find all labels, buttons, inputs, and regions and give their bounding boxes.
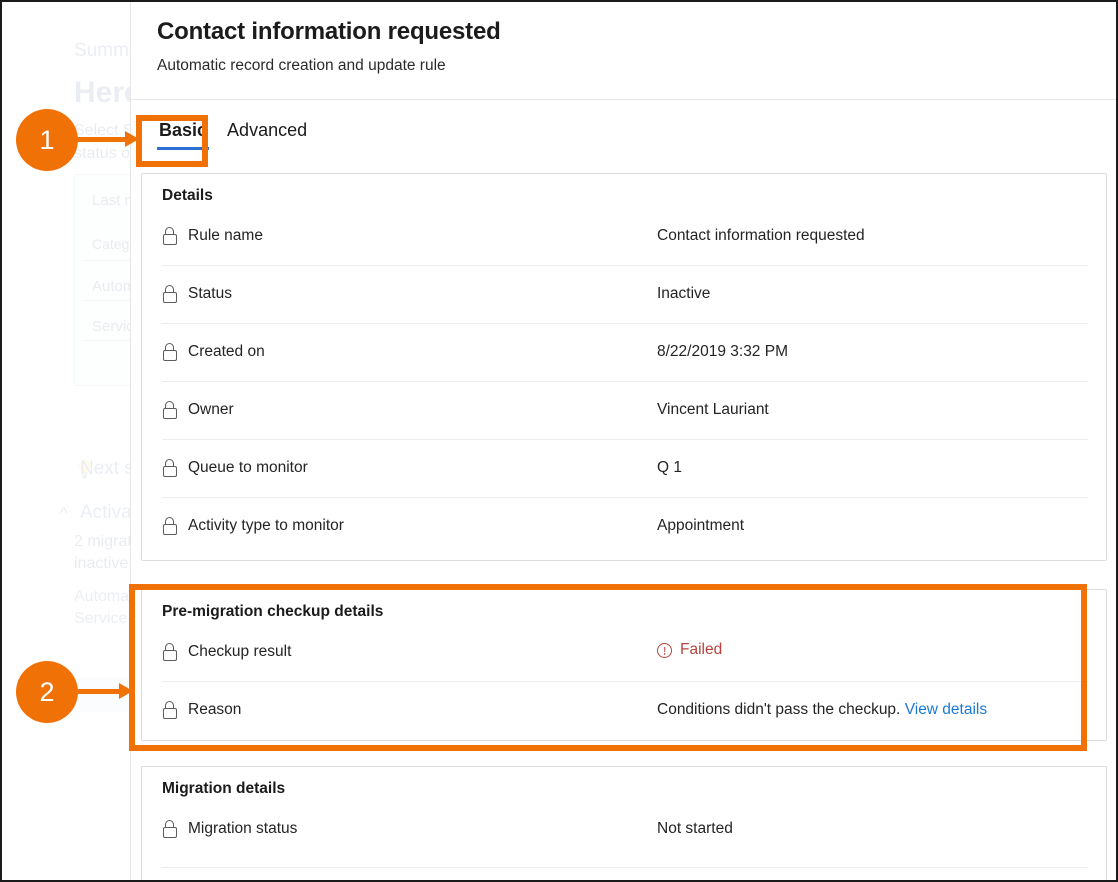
- detail-row-created-on: Created on 8/22/2019 3:32 PM: [142, 323, 1106, 381]
- callout-arrow-2: [74, 689, 120, 694]
- migration-status-value: Not started: [657, 820, 1086, 838]
- rule-subtitle: Automatic record creation and update rul…: [157, 57, 1092, 75]
- detail-label-text: Status: [188, 285, 232, 303]
- detail-label: Owner: [162, 401, 657, 419]
- error-icon: [657, 643, 672, 658]
- checkup-rows: Checkup result Failed Reason: [142, 623, 1106, 739]
- detail-label-text: Activity type to monitor: [188, 517, 344, 535]
- detail-value: Q 1: [657, 459, 1086, 477]
- detail-row-activity-type-to-monitor: Activity type to monitor Appointment: [142, 497, 1106, 555]
- detail-row-rule-name: Rule name Contact information requested: [142, 207, 1106, 265]
- checkup-row-reason: Reason Conditions didn't pass the checku…: [142, 681, 1106, 739]
- rule-title: Contact information requested: [157, 18, 1092, 46]
- migration-card-title: Migration details: [142, 767, 1106, 798]
- lightbulb-icon: 💡: [74, 460, 95, 480]
- lock-icon: [162, 701, 177, 719]
- status-badge: Failed: [657, 641, 722, 659]
- checkup-result-label-text: Checkup result: [188, 643, 291, 661]
- rule-detail-panel: Contact information requested Automatic …: [130, 0, 1118, 882]
- detail-label-text: Queue to monitor: [188, 459, 308, 477]
- detail-label: Status: [162, 285, 657, 303]
- checkup-row-result: Checkup result Failed: [142, 623, 1106, 681]
- lock-icon: [162, 517, 177, 535]
- chevron-up-icon: ^: [60, 505, 68, 523]
- details-card: Details Rule name Contact information re…: [141, 173, 1107, 561]
- checkup-reason-value: Conditions didn't pass the checkup. View…: [657, 701, 1086, 719]
- checkup-result-value: Failed: [657, 641, 1086, 663]
- header-divider: [131, 99, 1118, 100]
- lock-icon: [162, 459, 177, 477]
- tab-list: Basic Advanced: [149, 116, 317, 150]
- migration-status-label-text: Migration status: [188, 820, 297, 838]
- lock-icon: [162, 401, 177, 419]
- detail-label-text: Created on: [188, 343, 265, 361]
- detail-label: Rule name: [162, 227, 657, 245]
- checkup-card-title: Pre-migration checkup details: [142, 590, 1106, 621]
- lock-icon: [162, 820, 177, 838]
- callout-badge-2: 2: [16, 661, 78, 723]
- detail-value: Inactive: [657, 285, 1086, 303]
- panel-header: Contact information requested Automatic …: [131, 0, 1118, 75]
- tab-advanced[interactable]: Advanced: [217, 116, 317, 150]
- callout-badge-1: 1: [16, 109, 78, 171]
- lock-icon: [162, 343, 177, 361]
- migration-details-card: Migration details Migration status Not s…: [141, 766, 1107, 882]
- detail-label: Queue to monitor: [162, 459, 657, 477]
- detail-row-queue-to-monitor: Queue to monitor Q 1: [142, 439, 1106, 497]
- lock-icon: [162, 285, 177, 303]
- callout-arrow-1: [74, 137, 126, 142]
- detail-value: 8/22/2019 3:32 PM: [657, 343, 1086, 361]
- status-badge-text: Failed: [680, 641, 722, 659]
- detail-label-text: Owner: [188, 401, 234, 419]
- migration-row-status: Migration status Not started: [142, 800, 1106, 858]
- pre-migration-checkup-card: Pre-migration checkup details Checkup re…: [141, 589, 1107, 741]
- details-rows: Rule name Contact information requested …: [142, 207, 1106, 555]
- screenshot-root: Summary Here's your migration status Sel…: [0, 0, 1118, 882]
- detail-row-owner: Owner Vincent Lauriant: [142, 381, 1106, 439]
- checkup-reason-label-text: Reason: [188, 701, 241, 719]
- tab-basic[interactable]: Basic: [149, 116, 217, 150]
- detail-label: Activity type to monitor: [162, 517, 657, 535]
- checkup-reason-label: Reason: [162, 701, 657, 719]
- migration-status-label: Migration status: [162, 820, 657, 838]
- detail-row-status: Status Inactive: [142, 265, 1106, 323]
- view-details-link[interactable]: View details: [905, 701, 987, 718]
- lock-icon: [162, 643, 177, 661]
- detail-value: Vincent Lauriant: [657, 401, 1086, 419]
- details-card-title: Details: [142, 174, 1106, 205]
- checkup-reason-text: Conditions didn't pass the checkup.: [657, 701, 900, 718]
- detail-value: Contact information requested: [657, 227, 1086, 245]
- migration-rows: Migration status Not started: [142, 800, 1106, 858]
- detail-value: Appointment: [657, 517, 1086, 535]
- detail-label: Created on: [162, 343, 657, 361]
- detail-label-text: Rule name: [188, 227, 263, 245]
- checkup-result-label: Checkup result: [162, 643, 657, 661]
- lock-icon: [162, 227, 177, 245]
